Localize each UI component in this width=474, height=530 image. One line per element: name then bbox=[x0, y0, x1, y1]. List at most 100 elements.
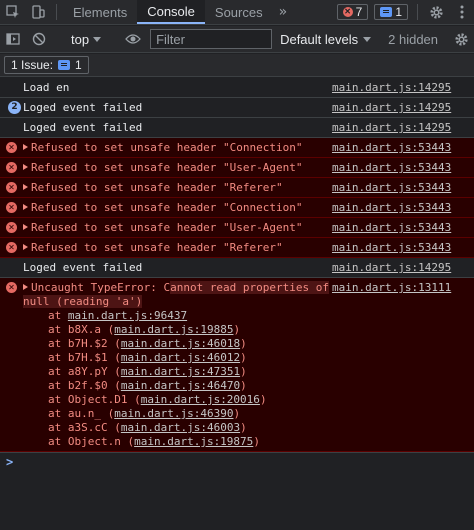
expand-triangle-icon[interactable] bbox=[23, 144, 28, 150]
source-link[interactable]: main.dart.js:53443 bbox=[332, 178, 451, 198]
error-row[interactable]: ✕ Refused to set unsafe header "User-Age… bbox=[0, 158, 474, 178]
expand-triangle-icon[interactable] bbox=[23, 224, 28, 230]
tab-elements[interactable]: Elements bbox=[63, 0, 137, 24]
context-label: top bbox=[71, 31, 90, 47]
expand-triangle-icon[interactable] bbox=[23, 204, 28, 210]
error-icon: ✕ bbox=[342, 7, 353, 17]
source-link[interactable]: main.dart.js:14295 bbox=[332, 78, 451, 98]
source-link[interactable]: main.dart.js:53443 bbox=[332, 198, 451, 218]
log-levels-label: Default levels bbox=[280, 31, 359, 47]
stack-frame-link[interactable]: main.dart.js:19875 bbox=[134, 435, 253, 448]
stack-frame: at main.dart.js:96437 bbox=[48, 309, 188, 322]
uncaught-error-message: Uncaught TypeError: Cannot read properti… bbox=[23, 281, 330, 308]
source-link[interactable]: main.dart.js:53443 bbox=[332, 238, 451, 258]
log-row: Load en main.dart.js:14295 bbox=[0, 78, 474, 98]
stack-frame: at b2f.$0 (main.dart.js:46470) bbox=[48, 379, 247, 392]
chevron-down-icon bbox=[363, 36, 372, 42]
device-toolbar-icon[interactable] bbox=[25, 0, 50, 24]
error-row[interactable]: ✕ Refused to set unsafe header "Referer"… bbox=[0, 178, 474, 198]
live-expression-eye-icon[interactable] bbox=[120, 26, 146, 52]
more-tabs-button[interactable]: » bbox=[273, 0, 294, 24]
source-link[interactable]: main.dart.js:53443 bbox=[332, 158, 451, 178]
expand-triangle-icon[interactable] bbox=[23, 244, 28, 250]
sidebar-toggle-icon[interactable] bbox=[0, 26, 26, 52]
message-count-badge[interactable]: 1 bbox=[374, 4, 408, 20]
error-message: Refused to set unsafe header "Referer" bbox=[31, 181, 283, 194]
error-message: Refused to set unsafe header "Referer" bbox=[31, 241, 283, 254]
issue-message-icon bbox=[58, 60, 71, 70]
error-row[interactable]: ✕ Refused to set unsafe header "Connecti… bbox=[0, 198, 474, 218]
issues-bar: 1 Issue: 1 bbox=[0, 54, 474, 77]
settings-gear-icon[interactable] bbox=[424, 0, 449, 24]
uncaught-error-row[interactable]: ✕ Uncaught TypeError: Cannot read proper… bbox=[0, 278, 474, 452]
log-row: Loged event failed main.dart.js:14295 bbox=[0, 258, 474, 278]
console-settings-gear-icon[interactable] bbox=[448, 26, 474, 52]
console-toolbar: top Default levels 2 hidden bbox=[0, 26, 474, 53]
stack-frame-link[interactable]: main.dart.js:96437 bbox=[68, 309, 187, 322]
error-icon: ✕ bbox=[6, 242, 17, 253]
error-count: 7 bbox=[355, 5, 363, 19]
log-row: Loged event failed main.dart.js:14295 bbox=[0, 118, 474, 138]
issues-button[interactable]: 1 Issue: 1 bbox=[4, 56, 89, 74]
error-count-badge[interactable]: ✕ 7 bbox=[336, 4, 369, 20]
error-message: Refused to set unsafe header "User-Agent… bbox=[31, 161, 303, 174]
source-link[interactable]: main.dart.js:14295 bbox=[332, 98, 451, 118]
log-message: Loged event failed bbox=[23, 101, 143, 114]
tab-console[interactable]: Console bbox=[137, 0, 205, 24]
source-link[interactable]: main.dart.js:13111 bbox=[332, 281, 451, 295]
stack-frame: at b8X.a (main.dart.js:19885) bbox=[48, 323, 241, 336]
log-message: Load en bbox=[23, 81, 70, 94]
filter-input[interactable] bbox=[150, 29, 273, 49]
error-icon: ✕ bbox=[6, 142, 17, 153]
stack-frame: at au.n_ (main.dart.js:46390) bbox=[48, 407, 241, 420]
stack-frame-link[interactable]: main.dart.js:46012 bbox=[121, 351, 240, 364]
error-row[interactable]: ✕ Refused to set unsafe header "User-Age… bbox=[0, 218, 474, 238]
stack-frame-link[interactable]: main.dart.js:46003 bbox=[121, 421, 240, 434]
error-icon: ✕ bbox=[6, 202, 17, 213]
more-options-icon[interactable] bbox=[449, 0, 474, 24]
stack-frame: at b7H.$1 (main.dart.js:46012) bbox=[48, 351, 247, 364]
clear-console-icon[interactable] bbox=[26, 26, 52, 52]
hidden-messages-count: 2 hidden bbox=[388, 31, 439, 47]
repeat-count-badge: 2 bbox=[8, 101, 21, 114]
stack-frame-link[interactable]: main.dart.js:46470 bbox=[121, 379, 240, 392]
stack-frame-link[interactable]: main.dart.js:47351 bbox=[121, 365, 240, 378]
issues-label: 1 Issue: bbox=[11, 58, 54, 72]
context-selector[interactable]: top bbox=[65, 32, 107, 47]
stack-frame: at a8Y.pY (main.dart.js:47351) bbox=[48, 365, 247, 378]
error-message: Refused to set unsafe header "Connection… bbox=[31, 201, 303, 214]
error-message: Refused to set unsafe header "Connection… bbox=[31, 141, 303, 154]
stack-frame: at Object.D1 (main.dart.js:20016) bbox=[48, 393, 267, 406]
error-row[interactable]: ✕ Refused to set unsafe header "Referer"… bbox=[0, 238, 474, 258]
inspect-element-icon[interactable] bbox=[0, 0, 25, 24]
error-row[interactable]: ✕ Refused to set unsafe header "Connecti… bbox=[0, 138, 474, 158]
source-link[interactable]: main.dart.js:53443 bbox=[332, 138, 451, 158]
log-row: 2 Loged event failed main.dart.js:14295 bbox=[0, 98, 474, 118]
source-link[interactable]: main.dart.js:53443 bbox=[332, 218, 451, 238]
console-prompt[interactable]: > bbox=[0, 452, 474, 472]
expand-triangle-icon[interactable] bbox=[23, 184, 28, 190]
error-icon: ✕ bbox=[6, 182, 17, 193]
message-icon bbox=[380, 7, 393, 17]
tab-sources[interactable]: Sources bbox=[205, 0, 273, 24]
log-levels-dropdown[interactable]: Default levels bbox=[280, 31, 372, 47]
expand-triangle-icon[interactable] bbox=[23, 164, 28, 170]
stack-frame-link[interactable]: main.dart.js:20016 bbox=[141, 393, 260, 406]
source-link[interactable]: main.dart.js:14295 bbox=[332, 118, 451, 138]
error-icon: ✕ bbox=[6, 162, 17, 173]
stack-frame-link[interactable]: main.dart.js:46018 bbox=[121, 337, 240, 350]
toolbar-divider bbox=[56, 4, 57, 20]
prompt-chevron-icon: > bbox=[6, 455, 14, 469]
stack-trace: at main.dart.js:96437 at b8X.a (main.dar… bbox=[48, 309, 267, 449]
error-message: Refused to set unsafe header "User-Agent… bbox=[31, 221, 303, 234]
toolbar-divider bbox=[417, 4, 418, 20]
log-message: Loged event failed bbox=[23, 121, 143, 134]
log-message: Loged event failed bbox=[23, 261, 143, 274]
stack-frame-link[interactable]: main.dart.js:19885 bbox=[114, 323, 233, 336]
stack-frame-link[interactable]: main.dart.js:46390 bbox=[114, 407, 233, 420]
devtools-tabbar: Elements Console Sources » ✕ 7 1 bbox=[0, 0, 474, 25]
expand-triangle-icon[interactable] bbox=[23, 284, 28, 290]
message-count: 1 bbox=[395, 5, 402, 19]
stack-frame: at Object.n (main.dart.js:19875) bbox=[48, 435, 260, 448]
source-link[interactable]: main.dart.js:14295 bbox=[332, 258, 451, 278]
